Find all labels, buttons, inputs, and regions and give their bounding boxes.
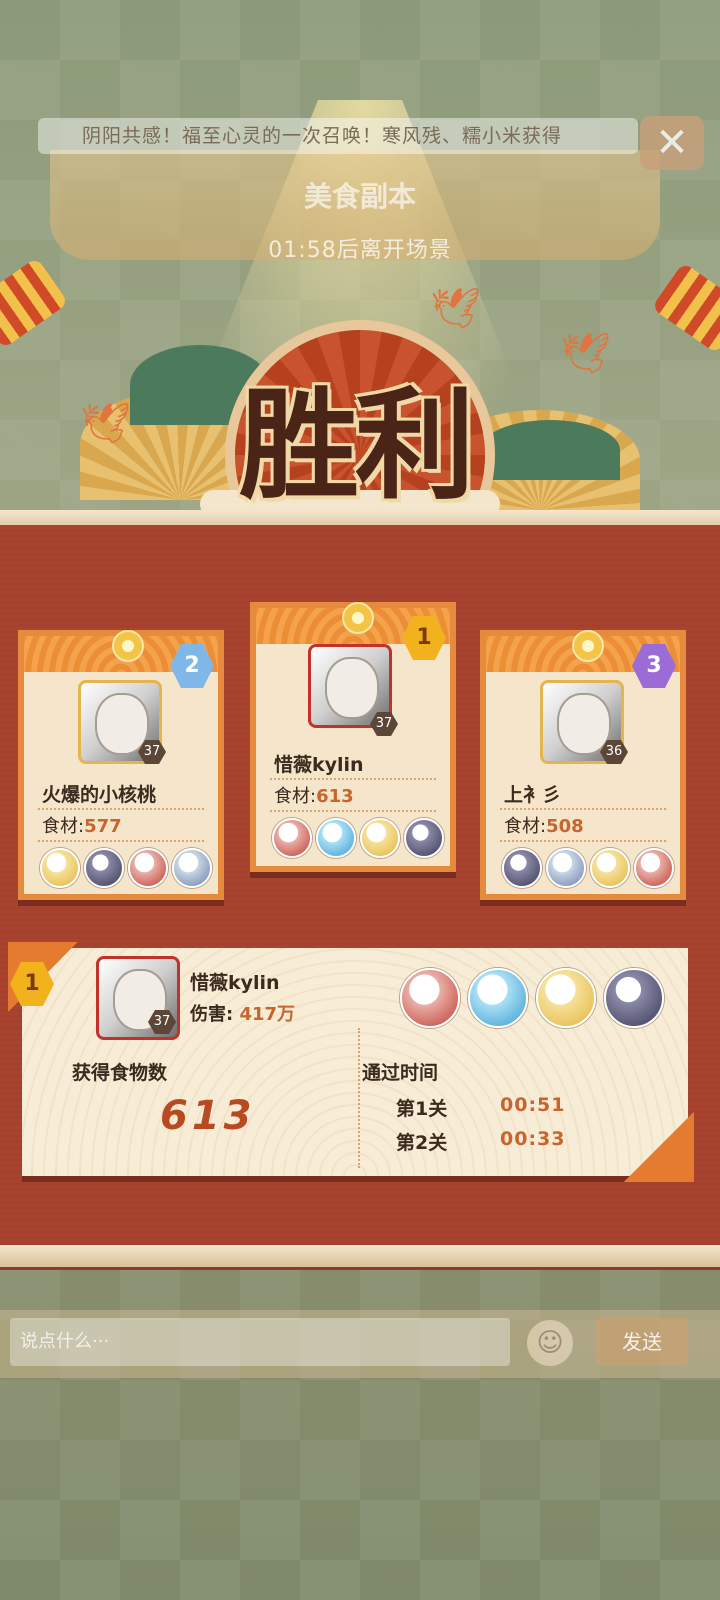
paper-crane-icon: 🕊: [430, 286, 481, 332]
hero-lineup: [502, 848, 674, 888]
hero-icon[interactable]: [360, 818, 400, 858]
food-stat: 食材:577: [42, 812, 122, 838]
close-button[interactable]: ✕: [640, 116, 704, 170]
avatar-face: [325, 657, 379, 719]
food-label: 食材:: [504, 816, 547, 837]
hero-lineup: [40, 848, 212, 888]
victory-title: 胜利: [239, 375, 475, 516]
player-name: 惜薇kylin: [274, 754, 364, 776]
food-count-value: 613: [160, 1093, 256, 1139]
hero-icon[interactable]: [404, 818, 444, 858]
pass-time-label: 通过时间: [362, 1062, 439, 1084]
announcement-marquee: 阴阳共感！福至心灵的一次召唤！寒风残、糯小米获得: [38, 118, 638, 154]
player-card-3[interactable]: 3 36 上衤彡 食材:508: [480, 630, 686, 900]
tomoe-icon: [572, 630, 604, 662]
stage-label: 第2关: [396, 1132, 448, 1154]
tomoe-icon: [342, 602, 374, 634]
corner-ribbon: [624, 1112, 694, 1182]
player-name: 上衤彡: [504, 784, 562, 806]
food-value: 613: [316, 786, 354, 807]
divider: [500, 840, 666, 842]
food-value: 577: [84, 816, 122, 837]
vertical-divider: [358, 1028, 360, 1168]
avatar-face: [95, 693, 149, 755]
tomoe-icon: [112, 630, 144, 662]
send-button[interactable]: 发送: [596, 1318, 688, 1366]
divider: [38, 840, 204, 842]
hero-icon[interactable]: [590, 848, 630, 888]
hero-icon[interactable]: [468, 968, 528, 1028]
damage-label: 伤害:: [190, 1004, 234, 1025]
hero-icon[interactable]: [84, 848, 124, 888]
leave-timer: 01:58后离开场景: [268, 238, 452, 263]
food-label: 食材:: [274, 786, 317, 807]
avatar-face: [557, 693, 611, 755]
hero-icon[interactable]: [536, 968, 596, 1028]
divider: [270, 778, 436, 780]
stage-time: 00:33: [500, 1128, 566, 1150]
food-stat: 食材:613: [274, 782, 354, 808]
food-count-label: 获得食物数: [72, 1062, 168, 1084]
divider: [38, 808, 204, 810]
damage-value: 417万: [239, 1004, 296, 1025]
paper-crane-icon: 🕊: [560, 331, 611, 377]
divider: [500, 808, 666, 810]
food-label: 食材:: [42, 816, 85, 837]
hero-icon[interactable]: [400, 968, 460, 1028]
mvp-name: 惜薇kylin: [190, 972, 280, 994]
chat-input[interactable]: 说点什么···: [10, 1318, 510, 1366]
hero-icon[interactable]: [634, 848, 674, 888]
player-card-1[interactable]: 1 37 惜薇kylin 食材:613: [250, 602, 456, 872]
mvp-summary-card: 1 37 惜薇kylin 伤害: 417万 获得食物数 613 通过时间 第1关…: [8, 942, 694, 1182]
panel-bottom-rail: [0, 1245, 720, 1270]
hero-icon[interactable]: [604, 968, 664, 1028]
divider: [270, 810, 436, 812]
face-emoji-icon[interactable]: ☺: [527, 1320, 573, 1366]
dungeon-title: 美食副本: [303, 180, 416, 213]
hero-icon[interactable]: [40, 848, 80, 888]
mvp-hero-lineup: [400, 968, 664, 1028]
close-icon: ✕: [655, 120, 689, 166]
hero-icon[interactable]: [272, 818, 312, 858]
hero-icon[interactable]: [502, 848, 542, 888]
hero-lineup: [272, 818, 444, 858]
food-value: 508: [546, 816, 584, 837]
stage-label: 第1关: [396, 1098, 448, 1120]
hero-icon[interactable]: [546, 848, 586, 888]
food-stat: 食材:508: [504, 812, 584, 838]
paper-crane-icon: 🕊: [80, 401, 131, 447]
damage-stat: 伤害: 417万: [190, 1000, 295, 1026]
hero-icon[interactable]: [316, 818, 356, 858]
player-name: 火爆的小核桃: [42, 784, 157, 806]
hero-icon[interactable]: [128, 848, 168, 888]
hero-icon[interactable]: [172, 848, 212, 888]
stage-time: 00:51: [500, 1094, 566, 1116]
player-card-2[interactable]: 2 37 火爆的小核桃 食材:577: [18, 630, 224, 900]
